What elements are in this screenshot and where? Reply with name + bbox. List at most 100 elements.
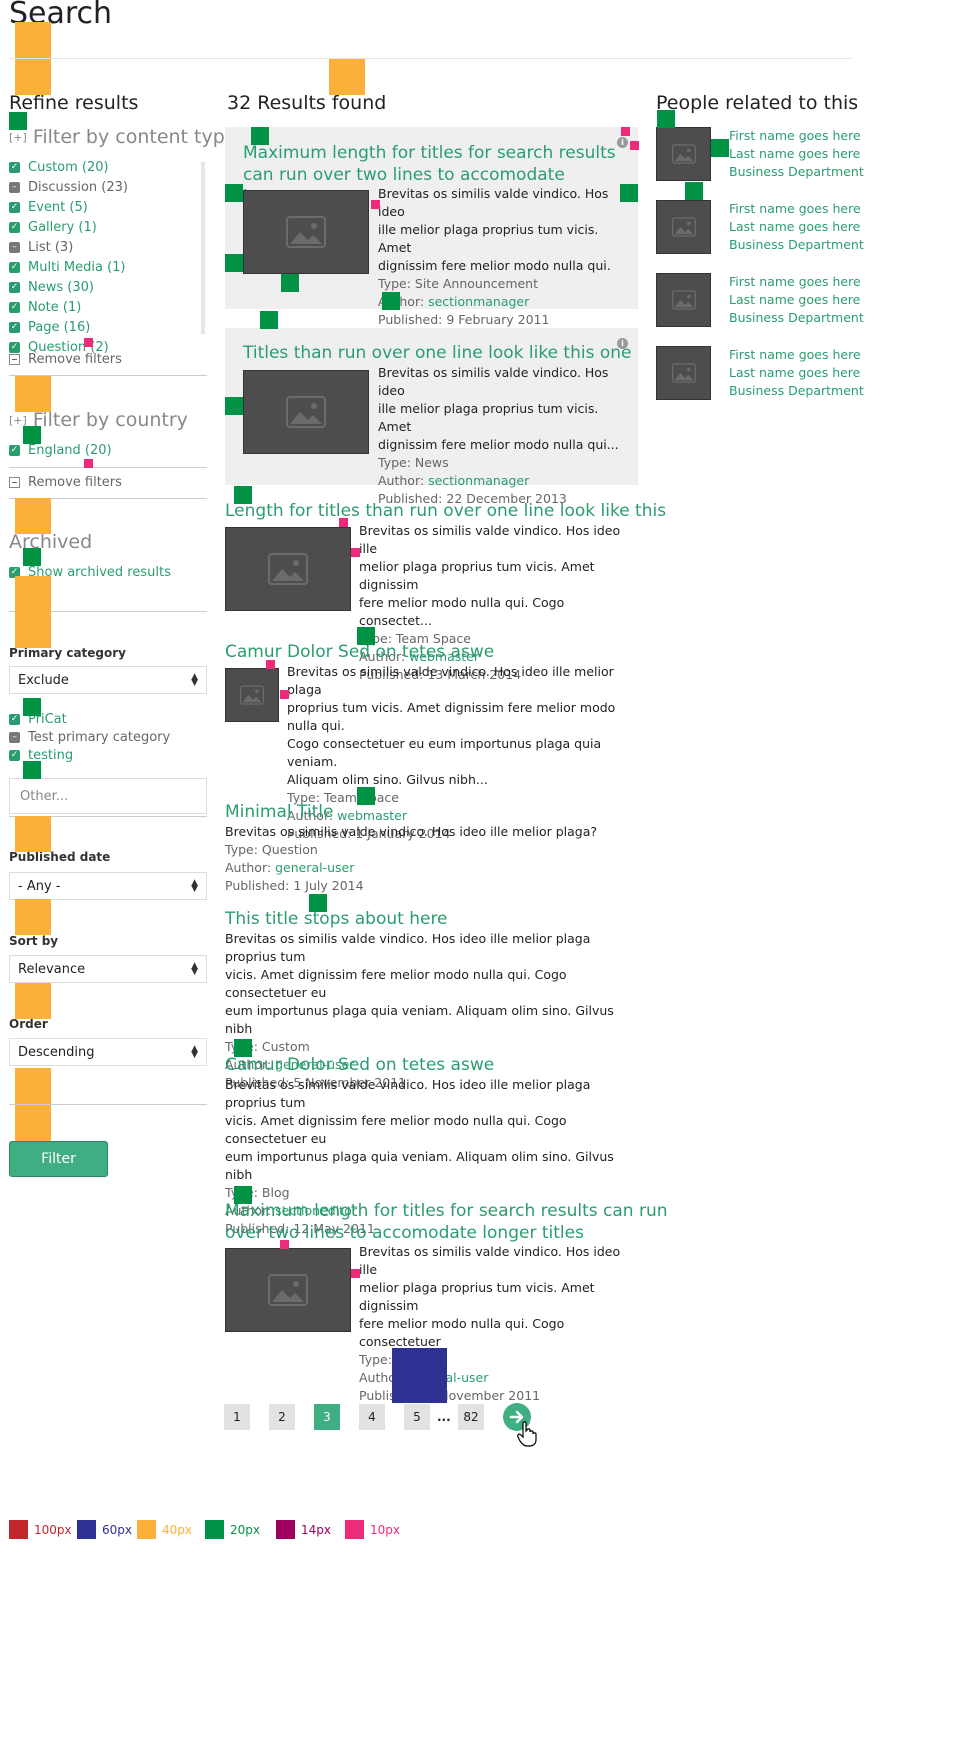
person-last-name[interactable]: Last name goes here [729,364,864,382]
avatar-placeholder-icon[interactable] [656,200,711,254]
page-link[interactable]: 2 [269,1404,295,1430]
result-title[interactable]: Titles than run over one line look like … [243,342,632,364]
primary-category-option[interactable]: – Test primary category [9,727,170,747]
spacing-marker-10 [280,1240,289,1249]
archived-heading: Archived [9,531,93,553]
spacing-marker-40 [15,1105,51,1141]
filter-button[interactable]: Filter [9,1141,108,1177]
author-link[interactable]: general-user [275,860,354,875]
checkbox-checked-icon[interactable]: ✓ [9,341,20,353]
spacing-marker-20 [234,486,252,504]
result-title[interactable]: Camur Dolor Sed on tetes aswe [225,1054,639,1076]
sort-by-select[interactable]: Relevance ▲ ▼ [9,955,207,983]
result-snippet: Brevitas os similis valde vindico. Hos i… [378,365,619,452]
refine-heading: Refine results [9,92,139,114]
content-type-option[interactable]: – List (3) [9,237,209,257]
checkbox-checked-icon[interactable]: ✓ [9,281,20,293]
page-link[interactable]: 4 [359,1404,385,1430]
remove-filters-link[interactable]: Remove filters [9,352,122,367]
content-type-option[interactable]: ✓ Note (1) [9,297,209,317]
person-last-name[interactable]: Last name goes here [729,218,864,236]
checkbox-checked-icon[interactable]: ✓ [9,713,20,725]
checkbox-checked-icon[interactable]: ✓ [9,301,20,313]
checkbox-unchecked-icon[interactable]: – [9,731,20,743]
spacing-marker-10 [266,660,275,669]
person-department[interactable]: Business Department [729,163,864,181]
expand-toggle-icon[interactable]: [+] [9,414,27,427]
result-author: Author: sectionmanager [378,294,530,309]
image-placeholder-icon[interactable] [225,1248,351,1332]
result-snippet: Brevitas os similis valde vindico. Hos i… [378,186,611,273]
spacing-marker-20 [234,1039,252,1057]
checkbox-checked-icon[interactable]: ✓ [9,221,20,233]
person-first-name[interactable]: First name goes here [729,127,864,145]
spacing-marker-20 [711,139,729,157]
spacing-marker-20 [23,548,41,566]
content-type-option[interactable]: – Discussion (23) [9,177,209,197]
spacing-marker-20 [357,627,375,645]
person-last-name[interactable]: Last name goes here [729,145,864,163]
checkbox-checked-icon[interactable]: ✓ [9,321,20,333]
page-link-current[interactable]: 3 [314,1404,340,1430]
image-placeholder-icon[interactable] [243,370,369,454]
page-link-last[interactable]: 82 [458,1404,484,1430]
legend-swatch [276,1520,295,1539]
content-type-list: ✓ Custom (20) – Discussion (23) ✓ Event (5)… [9,157,209,357]
content-type-heading-label: Filter by content type [32,126,237,148]
person-first-name[interactable]: First name goes here [729,346,864,364]
avatar-placeholder-icon[interactable] [656,127,711,181]
person-last-name[interactable]: Last name goes here [729,291,864,309]
person-department[interactable]: Business Department [729,236,864,254]
checkbox-checked-icon[interactable]: ✓ [9,749,20,761]
checkbox-checked-icon[interactable]: ✓ [9,444,20,456]
avatar-placeholder-icon[interactable] [656,346,711,400]
order-select[interactable]: Descending ▲ ▼ [9,1038,207,1066]
content-type-option[interactable]: ✓ Custom (20) [9,157,209,177]
person-first-name[interactable]: First name goes here [729,273,864,291]
content-type-filter-heading[interactable]: [+] Filter by content type [9,126,236,148]
legend-swatch [77,1520,96,1539]
content-type-option[interactable]: ✓ Gallery (1) [9,217,209,237]
result-title[interactable]: Maximum length for titles for search res… [225,1200,668,1244]
author-link[interactable]: sectionmanager [428,473,529,488]
checkbox-unchecked-icon[interactable]: – [9,241,20,253]
spacing-marker-20 [281,274,299,292]
content-type-option[interactable]: ✓ News (30) [9,277,209,297]
image-placeholder-icon[interactable] [225,668,279,722]
content-type-scrollbar[interactable] [201,162,205,334]
spacing-marker-20 [9,112,27,130]
image-placeholder-icon[interactable] [243,190,369,274]
result-title[interactable]: Minimal Title [225,801,639,823]
content-type-option[interactable]: ✓ Page (16) [9,317,209,337]
result-author: Author: sectionmanager [378,473,530,488]
page-link[interactable]: 5 [404,1404,430,1430]
content-type-option[interactable]: ✓ Multi Media (1) [9,257,209,277]
remove-filters-link[interactable]: Remove filters [9,475,122,490]
person-department[interactable]: Business Department [729,309,864,327]
spacing-marker-10 [84,459,93,468]
primary-category-select[interactable]: Exclude ▲ ▼ [9,666,207,694]
expand-toggle-icon[interactable]: [+] [9,131,27,144]
person-details: First name goes here Last name goes here B… [729,200,864,254]
published-date-select[interactable]: - Any - ▲ ▼ [9,872,207,900]
person-department[interactable]: Business Department [729,382,864,400]
author-link[interactable]: sectionmanager [428,294,529,309]
legend-item: 40px [137,1520,192,1539]
legend-swatch [9,1520,28,1539]
checkbox-unchecked-icon[interactable]: – [9,181,20,193]
checkbox-checked-icon[interactable]: ✓ [9,201,20,213]
spacing-marker-10 [84,338,93,347]
content-type-option[interactable]: ✓ Event (5) [9,197,209,217]
spacing-marker-20 [23,426,41,444]
checkbox-checked-icon[interactable]: ✓ [9,261,20,273]
spacing-marker-20 [260,311,278,329]
other-category-input[interactable]: Other... [9,778,207,814]
image-placeholder-icon[interactable] [225,527,351,611]
people-heading: People related to this [656,92,859,114]
avatar-placeholder-icon[interactable] [656,273,711,327]
checkbox-checked-icon[interactable]: ✓ [9,161,20,173]
result-title[interactable]: Length for titles than run over one line… [225,500,666,522]
result-title[interactable]: This title stops about here [225,908,639,930]
page-link[interactable]: 1 [224,1404,250,1430]
person-first-name[interactable]: First name goes here [729,200,864,218]
